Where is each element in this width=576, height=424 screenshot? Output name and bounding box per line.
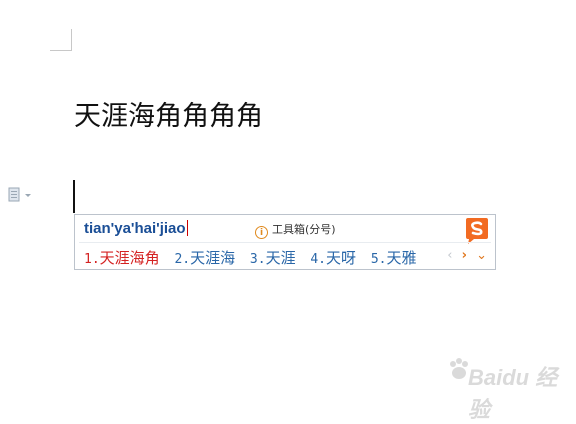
candidate-2[interactable]: 2.天涯海 <box>174 247 235 268</box>
candidate-navigation: ‹ › ⌄ <box>442 248 487 263</box>
document-text[interactable]: 天涯海角角角角 <box>74 94 263 133</box>
paste-options-icon[interactable] <box>8 187 36 203</box>
pinyin-text: tian'ya'hai'jiao <box>84 220 186 237</box>
toolbox-button[interactable]: i 工具箱(分号) <box>255 221 336 239</box>
ime-composition-row: tian'ya'hai'jiao i 工具箱(分号) <box>75 215 495 245</box>
pinyin-composition[interactable]: tian'ya'hai'jiao <box>84 220 188 237</box>
candidate-number: 4. <box>310 252 327 267</box>
next-page-icon[interactable]: › <box>462 248 467 263</box>
ime-candidate-panel[interactable]: tian'ya'hai'jiao i 工具箱(分号) 1.天涯海角 2.天涯海 3… <box>74 214 496 270</box>
candidate-3[interactable]: 3.天涯 <box>250 247 296 268</box>
info-icon: i <box>255 226 268 239</box>
composition-caret <box>186 220 188 236</box>
watermark-text: Baidu 经验 <box>468 365 558 422</box>
candidate-number: 1. <box>84 252 100 267</box>
page-corner-vertical-line <box>71 29 72 51</box>
candidate-number: 5. <box>370 252 387 267</box>
candidate-text: 天涯 <box>265 249 296 267</box>
panel-divider <box>79 242 491 243</box>
candidate-text: 天雅 <box>386 249 417 267</box>
expand-candidates-icon[interactable]: ⌄ <box>476 248 487 263</box>
sogou-logo-icon[interactable] <box>462 217 492 245</box>
candidate-5[interactable]: 5.天雅 <box>371 247 417 268</box>
text-cursor <box>73 180 75 213</box>
candidate-number: 3. <box>249 252 266 267</box>
page-corner-marker <box>50 29 72 51</box>
page-corner-horizontal-line <box>50 50 72 51</box>
baidu-watermark: Baidu 经验 <box>448 350 568 422</box>
candidate-1[interactable]: 1.天涯海角 <box>84 247 160 268</box>
paw-logo-icon <box>450 358 468 379</box>
candidate-number: 2. <box>174 252 191 267</box>
candidate-text: 天涯海 <box>190 249 236 267</box>
candidate-4[interactable]: 4.天呀 <box>310 247 356 268</box>
toolbox-label: 工具箱(分号) <box>272 223 336 236</box>
prev-page-icon[interactable]: ‹ <box>447 248 452 263</box>
candidate-list: 1.天涯海角 2.天涯海 3.天涯 4.天呀 5.天雅 <box>84 247 426 268</box>
candidate-text: 天涯海角 <box>99 249 160 267</box>
candidate-text: 天呀 <box>326 249 357 267</box>
